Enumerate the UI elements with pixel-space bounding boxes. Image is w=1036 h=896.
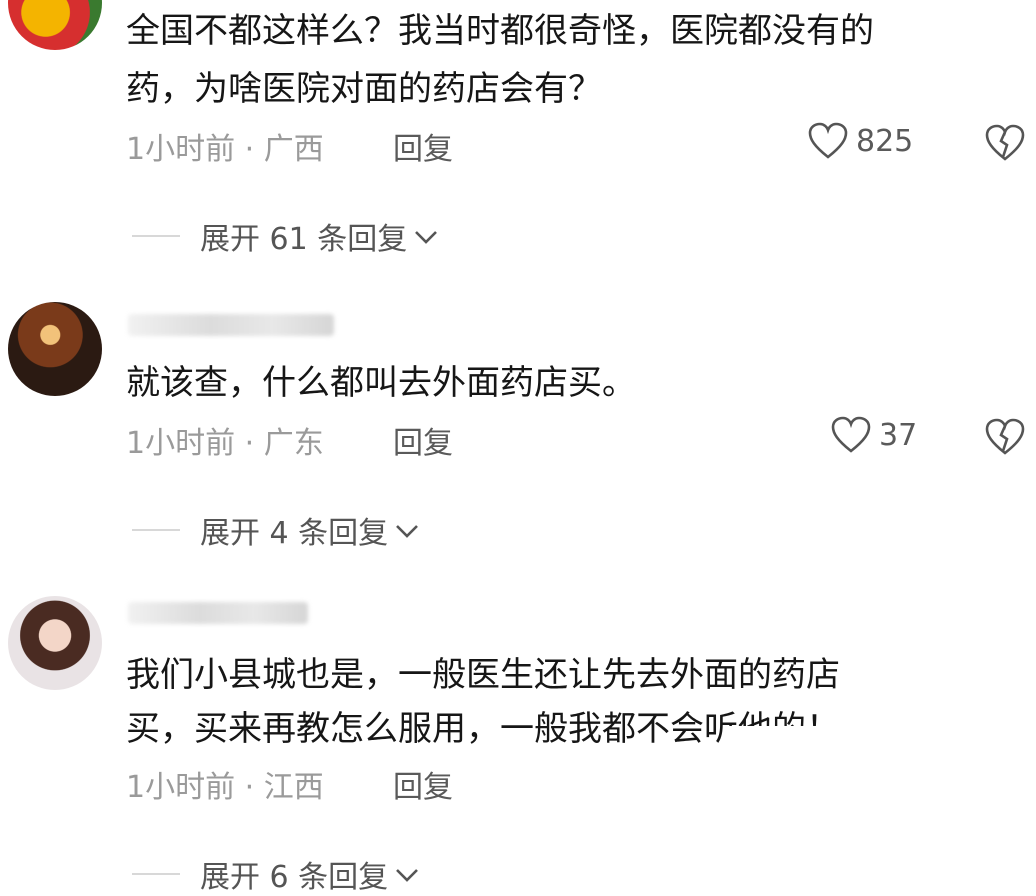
expand-replies-label: 展开 61 条回复 (200, 222, 408, 257)
comment-text-line: 药，为啥医院对面的药店会有？ (126, 69, 602, 109)
avatar[interactable] (8, 302, 102, 396)
reply-button[interactable]: 回复 (393, 418, 453, 462)
comment-text-line: 全国不都这样么？我当时都很奇怪，医院都没有的 (126, 11, 874, 51)
expand-replies-button[interactable]: 展开 6 条回复 (132, 852, 420, 896)
chevron-down-icon (394, 857, 420, 892)
avatar[interactable] (8, 596, 102, 690)
like-button[interactable]: 37 (831, 416, 917, 454)
username-redacted[interactable] (128, 602, 308, 624)
like-button[interactable]: 825 (808, 122, 913, 160)
like-count: 825 (856, 123, 914, 159)
comment-meta: 1小时前 · 江西 (126, 770, 324, 805)
avatar[interactable] (8, 0, 102, 50)
heart-outline-icon (831, 416, 871, 454)
chevron-down-icon (413, 219, 439, 254)
divider (132, 873, 180, 875)
like-count: 37 (879, 417, 918, 453)
username-redacted[interactable] (128, 314, 334, 336)
heart-outline-icon (808, 122, 848, 160)
broken-heart-icon[interactable] (985, 124, 1025, 162)
expand-replies-label: 展开 4 条回复 (200, 516, 389, 551)
comment-meta: 1小时前 · 广东 (126, 426, 324, 461)
expand-replies-button[interactable]: 展开 61 条回复 (132, 214, 439, 258)
comment-text-line: 就该查，什么都叫去外面药店买。 (126, 363, 636, 403)
expand-replies-button[interactable]: 展开 4 条回复 (132, 508, 420, 552)
divider (132, 235, 180, 237)
divider (132, 529, 180, 531)
reply-button[interactable]: 回复 (393, 124, 453, 168)
reply-button[interactable]: 回复 (393, 762, 453, 806)
broken-heart-icon[interactable] (985, 418, 1025, 456)
comment-meta: 1小时前 · 广西 (126, 132, 324, 167)
chevron-down-icon (394, 513, 420, 548)
text-clip-mask (728, 726, 1028, 748)
comment-text-line: 我们小县城也是，一般医生还让先去外面的药店 (126, 655, 840, 695)
expand-replies-label: 展开 6 条回复 (200, 860, 389, 895)
